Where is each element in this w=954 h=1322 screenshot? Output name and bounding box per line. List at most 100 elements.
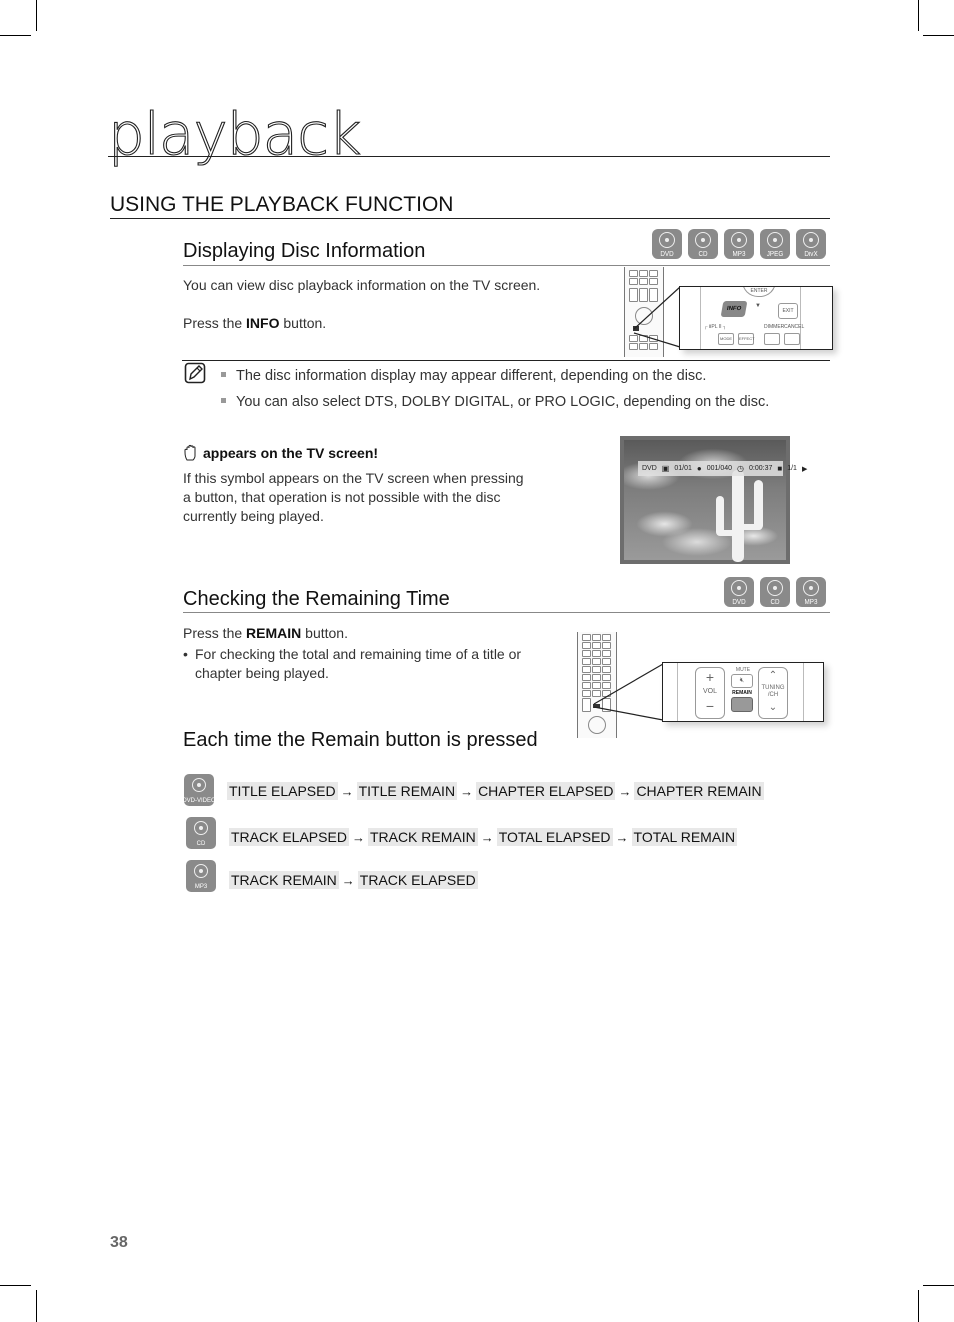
osd-time: 0:00:37 [749,465,773,472]
chapter-rule [108,156,830,157]
remain-sequence-title: Each time the Remain button is pressed [183,729,538,751]
disc-info-instruction: Press the INFO button. [183,315,327,331]
dimmer-label: DIMMER [764,324,785,330]
note-item: The disc information display may appear … [221,368,706,384]
sequence-step: CHAPTER REMAIN [634,782,764,800]
mode-button: MODE [718,333,734,345]
info-button: INFO [720,301,748,317]
tv-screen-illustration: DVD ▣ 01/01 ● 001/040 ◷ 0:00:37 ■ 1/1 ▶ [620,436,807,564]
osd-disc-type: DVD [642,465,657,472]
play-icon: ▶ [801,465,808,473]
sequence-step: CHAPTER ELAPSED [476,782,616,800]
sequence-step: TRACK ELAPSED [357,871,478,889]
info-button-label: INFO [246,315,280,331]
cancel-label: CANCEL [784,324,805,330]
remain-button-callout: + VOL − MUTE 🔇︎ REMAIN ⌃ TUNING /CH ⌄ [662,662,824,722]
crop-mark [923,35,954,36]
osd-chapter: 001/040 [706,465,733,472]
callout-pointer [593,663,664,721]
cancel-button [784,333,800,345]
cd-disc-icon: CD [688,229,718,259]
crop-mark [918,1290,919,1322]
remain-label: REMAIN [732,690,752,696]
remain-button-label: REMAIN [246,625,302,641]
chevron-up-icon: ⌃ [768,670,778,681]
disc-info-badges: DVD CD MP3 JPEG DivX [652,229,826,259]
tuning-label: TUNING /CH [761,685,785,698]
cd-disc-icon: CD [760,577,790,607]
osd-angle: 1/1 [787,465,797,472]
chevron-down-icon: ⌄ [768,702,778,713]
effect-button: EFFECT [738,333,755,345]
remain-button [731,697,753,712]
hand-stop-icon [184,444,196,461]
cactus-arm [754,480,763,530]
hand-symbol-heading: appears on the TV screen! [183,444,378,462]
jpeg-disc-icon: JPEG [760,229,790,259]
down-arrow-icon: ▼ [755,303,761,309]
camera-angle-icon: ■ [777,464,783,473]
dvd-disc-icon: DVD [652,229,682,259]
note-pencil-icon [184,362,206,384]
info-button-callout: ENTER INFO ▼ EXIT ┌ ⅡPL II ┐ DIMMER CANC… [679,286,833,350]
exit-button: EXIT [778,303,798,319]
arrow-right-icon: → [340,783,354,799]
mp3-disc-icon: MP3 [186,860,216,892]
note-rule [182,360,830,361]
section-title: USING THE PLAYBACK FUNCTION [110,193,454,216]
note-item: You can also select DTS, DOLBY DIGITAL, … [221,394,769,410]
bullet-dot: • [183,646,188,662]
disc-info-title: Displaying Disc Information [183,240,426,262]
sequence-step: TOTAL ELAPSED [496,828,613,846]
osd-title: 01/01 [674,465,692,472]
disc-info-rule [183,265,830,266]
volume-rocker: + VOL − [695,667,725,719]
sequence-step: TRACK REMAIN [229,871,339,889]
mp3-disc-icon: MP3 [796,577,826,607]
mute-icon: 🔇︎ [731,674,753,688]
remaining-time-rule [183,612,830,613]
sequence-step: TITLE REMAIN [356,782,458,800]
callout-pointer [633,286,681,348]
sequence-step: TOTAL REMAIN [631,828,738,846]
crop-mark [0,35,31,36]
remain-instruction: Press the REMAIN button. [183,625,348,641]
clock-icon: ◷ [737,464,745,473]
disc-info-intro: You can view disc playback information o… [183,277,541,293]
sequence-step: TRACK ELAPSED [229,828,349,846]
chapter-title: playback [107,99,362,168]
plus-icon: + [705,669,715,685]
cactus-arm [718,530,738,536]
sequence-step: TRACK REMAIN [367,828,478,846]
minus-icon: − [705,698,715,714]
arrow-right-icon: → [618,783,632,799]
tuning-rocker: ⌃ TUNING /CH ⌄ [758,667,788,719]
cactus-arm [740,524,762,530]
mp3-disc-icon: MP3 [724,229,754,259]
remain-sequence-row-dvd: TITLE ELAPSED → TITLE REMAIN → CHAPTER E… [227,782,764,800]
sequence-step: TITLE ELAPSED [227,782,338,800]
title-icon: ▣ [661,464,670,473]
chapter-icon: ● [696,464,702,473]
tv-screen: DVD ▣ 01/01 ● 001/040 ◷ 0:00:37 ■ 1/1 ▶ [624,440,807,562]
tv-osd-bar: DVD ▣ 01/01 ● 001/040 ◷ 0:00:37 ■ 1/1 ▶ [638,461,807,476]
arrow-right-icon: → [351,829,365,845]
cactus-trunk [732,470,744,562]
dimmer-button [764,333,780,345]
vol-label: VOL [702,688,717,695]
section-rule [110,218,830,219]
divx-disc-icon: DivX [796,229,826,259]
pl2-label: ┌ ⅡPL II ┐ [704,324,727,330]
arrow-right-icon: → [480,829,494,845]
remain-sequence-row-mp3: TRACK REMAIN → TRACK ELAPSED [229,871,478,889]
hand-symbol-body: If this symbol appears on the TV screen … [183,470,524,524]
remain-bullet: • For checking the total and remaining t… [183,646,522,681]
crop-mark [918,0,919,31]
enter-button: ENTER [742,287,776,297]
remaining-time-title: Checking the Remaining Time [183,588,450,610]
arrow-right-icon: → [615,829,629,845]
crop-mark [923,1285,954,1286]
dvd-video-disc-icon: DVD-VIDEO [182,774,216,806]
cd-disc-icon: CD [186,817,216,849]
remain-sequence-row-cd: TRACK ELAPSED → TRACK REMAIN → TOTAL ELA… [229,828,738,846]
